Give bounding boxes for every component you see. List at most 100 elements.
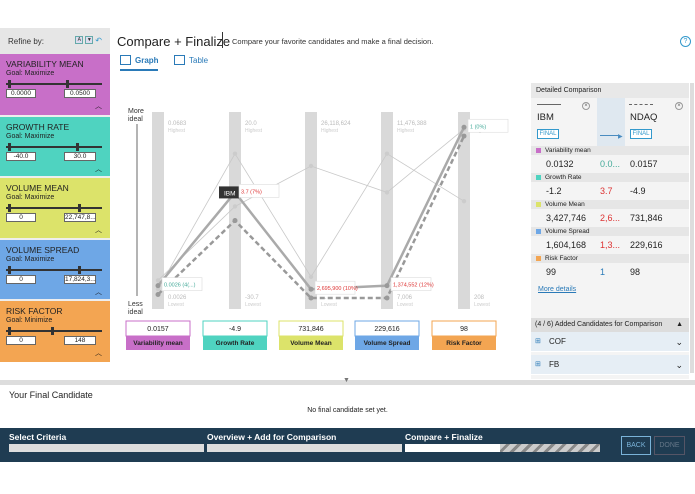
background-series-point [232, 151, 238, 156]
metric-right-value: 98 [630, 267, 641, 277]
left-final-button[interactable]: FINAL [537, 129, 559, 139]
background-series-point [232, 204, 238, 209]
range-slider-max-handle[interactable] [51, 327, 54, 335]
criterion-2[interactable]: VOLUME MEAN Goal: Maximize 0 22,747,8... ︿ [0, 178, 110, 238]
axis-highest-word: Highest [245, 128, 263, 134]
metric-left-value: 1,604,168 [546, 240, 587, 250]
range-max-input[interactable]: 0.0500 [64, 89, 96, 98]
range-min-input[interactable]: 0 [6, 275, 36, 284]
range-slider-min-handle[interactable] [8, 80, 11, 88]
metric-label: Variability mean [545, 147, 591, 154]
series-tag-label: IBM [224, 190, 236, 197]
less-ideal-label: ideal [128, 309, 143, 316]
right-candidate-name: NDAQ [630, 112, 658, 123]
add-icon[interactable]: ⊞ [535, 332, 541, 352]
tab-graph-label: Graph [135, 55, 159, 65]
metric-label: Volume Mean [545, 201, 585, 208]
range-slider-min-handle[interactable] [8, 204, 11, 212]
ndaq-series-point [155, 291, 161, 297]
refine-panel: Refine by: A ▼ ↶ VARIABILITY MEAN Goal: M… [0, 28, 110, 362]
collapse-icon[interactable]: ▲ [676, 318, 683, 332]
range-slider-track[interactable] [6, 266, 102, 274]
range-slider-max-handle[interactable] [76, 143, 79, 151]
right-final-button[interactable]: FINAL [630, 129, 652, 139]
detail-scrollbar[interactable] [690, 83, 694, 373]
swap-area[interactable]: ▶ [597, 98, 625, 146]
sort-asc-icon[interactable]: A [75, 36, 84, 44]
criterion-goal: Goal: Maximize [6, 70, 55, 77]
axis-highest-value: 11,476,388 [397, 121, 427, 127]
axis-current-value: -4.9 [229, 326, 241, 333]
add-icon[interactable]: ⊞ [535, 355, 541, 375]
criterion-3[interactable]: VOLUME SPREAD Goal: Maximize 0 17,824,3... ︿ [0, 240, 110, 299]
criterion-0[interactable]: VARIABILITY MEAN Goal: Maximize 0.0000 0.05… [0, 54, 110, 115]
swap-arrowhead-icon: ▶ [618, 134, 623, 140]
caret-up-icon[interactable]: ︿ [95, 348, 102, 358]
range-min-input[interactable]: 0.0000 [6, 89, 36, 98]
panel-divider[interactable]: ▼ [0, 377, 695, 385]
chevron-down-icon[interactable]: ⌄ [675, 355, 683, 375]
range-min-input[interactable]: -40.0 [6, 152, 36, 161]
added-candidate-row[interactable]: ⊞ COF ⌄ [531, 332, 689, 352]
criterion-4[interactable]: RISK FACTOR Goal: Minimize 0 148 ︿ [0, 301, 110, 362]
background-series-point [461, 199, 467, 204]
caret-up-icon[interactable]: ︿ [95, 225, 102, 235]
range-slider-max-handle[interactable] [66, 80, 69, 88]
range-min-input[interactable]: 0 [6, 336, 36, 345]
background-series-point [384, 151, 390, 156]
chevron-down-icon[interactable]: ⌄ [675, 332, 683, 352]
axis-lowest-word: Lowest [321, 302, 337, 308]
criterion-goal: Goal: Maximize [6, 194, 55, 201]
done-button[interactable]: DONE [654, 436, 685, 455]
annotation-label: 2,695,900 (10%) [317, 286, 358, 292]
remove-left-icon[interactable]: × [582, 102, 590, 110]
parallel-coordinates-svg: MoreidealLessideal0.0683Highest0.0026Low… [125, 108, 509, 350]
axis-name-label: Risk Factor [446, 340, 482, 347]
range-slider-track[interactable] [6, 80, 102, 88]
axis-highest-word: Highest [397, 128, 415, 134]
range-slider-track[interactable] [6, 143, 102, 151]
criterion-name: VOLUME MEAN [6, 183, 69, 193]
range-slider-track[interactable] [6, 204, 102, 212]
range-max-input[interactable]: 30.0 [64, 152, 96, 161]
back-button[interactable]: BACK [621, 436, 651, 455]
criterion-goal: Goal: Maximize [6, 133, 55, 140]
caret-up-icon[interactable]: ︿ [95, 101, 102, 111]
caret-up-icon[interactable]: ︿ [95, 164, 102, 174]
range-slider-min-handle[interactable] [8, 143, 11, 151]
graph-icon [120, 55, 131, 65]
metric-diff-value: 1 [600, 267, 606, 277]
reset-icon[interactable]: ↶ [95, 36, 102, 45]
added-candidate-row[interactable]: ⊞ FB ⌄ [531, 355, 689, 375]
metric-right-value: 731,846 [630, 213, 663, 223]
more-ideal-label: ideal [128, 116, 143, 123]
caret-up-icon[interactable]: ︿ [95, 287, 102, 297]
sort-desc-icon[interactable]: ▼ [85, 36, 94, 44]
range-slider-max-handle[interactable] [78, 266, 81, 274]
step-compare-finalize[interactable]: Compare + Finalize [405, 432, 483, 442]
help-icon[interactable]: ? [680, 36, 691, 47]
range-max-input[interactable]: 22,747,8... [64, 213, 96, 222]
chevron-down-icon[interactable]: ▼ [343, 377, 350, 384]
range-slider-min-handle[interactable] [8, 327, 11, 335]
ibm-series-point [308, 286, 314, 292]
metric-right-value: -4.9 [630, 186, 646, 196]
ndaq-series-point [461, 133, 467, 139]
more-details-link[interactable]: More details [538, 286, 576, 293]
range-max-input[interactable]: 17,824,3... [64, 275, 96, 284]
step-select-criteria[interactable]: Select Criteria [9, 432, 66, 442]
step-overview[interactable]: Overview + Add for Comparison [207, 432, 336, 442]
range-slider-track[interactable] [6, 327, 102, 335]
tab-graph[interactable]: Graph [120, 55, 159, 71]
remove-right-icon[interactable]: × [675, 102, 683, 110]
axis-lowest-value: -30.7 [245, 295, 259, 301]
range-slider-max-handle[interactable] [78, 204, 81, 212]
criterion-name: VOLUME SPREAD [6, 245, 80, 255]
added-candidates-header[interactable]: (4 / 6) Added Candidates for Comparison … [531, 318, 689, 332]
metric-left-value: 0.0132 [546, 159, 574, 169]
range-min-input[interactable]: 0 [6, 213, 36, 222]
range-slider-min-handle[interactable] [8, 266, 11, 274]
range-max-input[interactable]: 148 [64, 336, 96, 345]
criterion-1[interactable]: GROWTH RATE Goal: Maximize -40.0 30.0 ︿ [0, 117, 110, 176]
tab-table[interactable]: Table [174, 55, 208, 65]
